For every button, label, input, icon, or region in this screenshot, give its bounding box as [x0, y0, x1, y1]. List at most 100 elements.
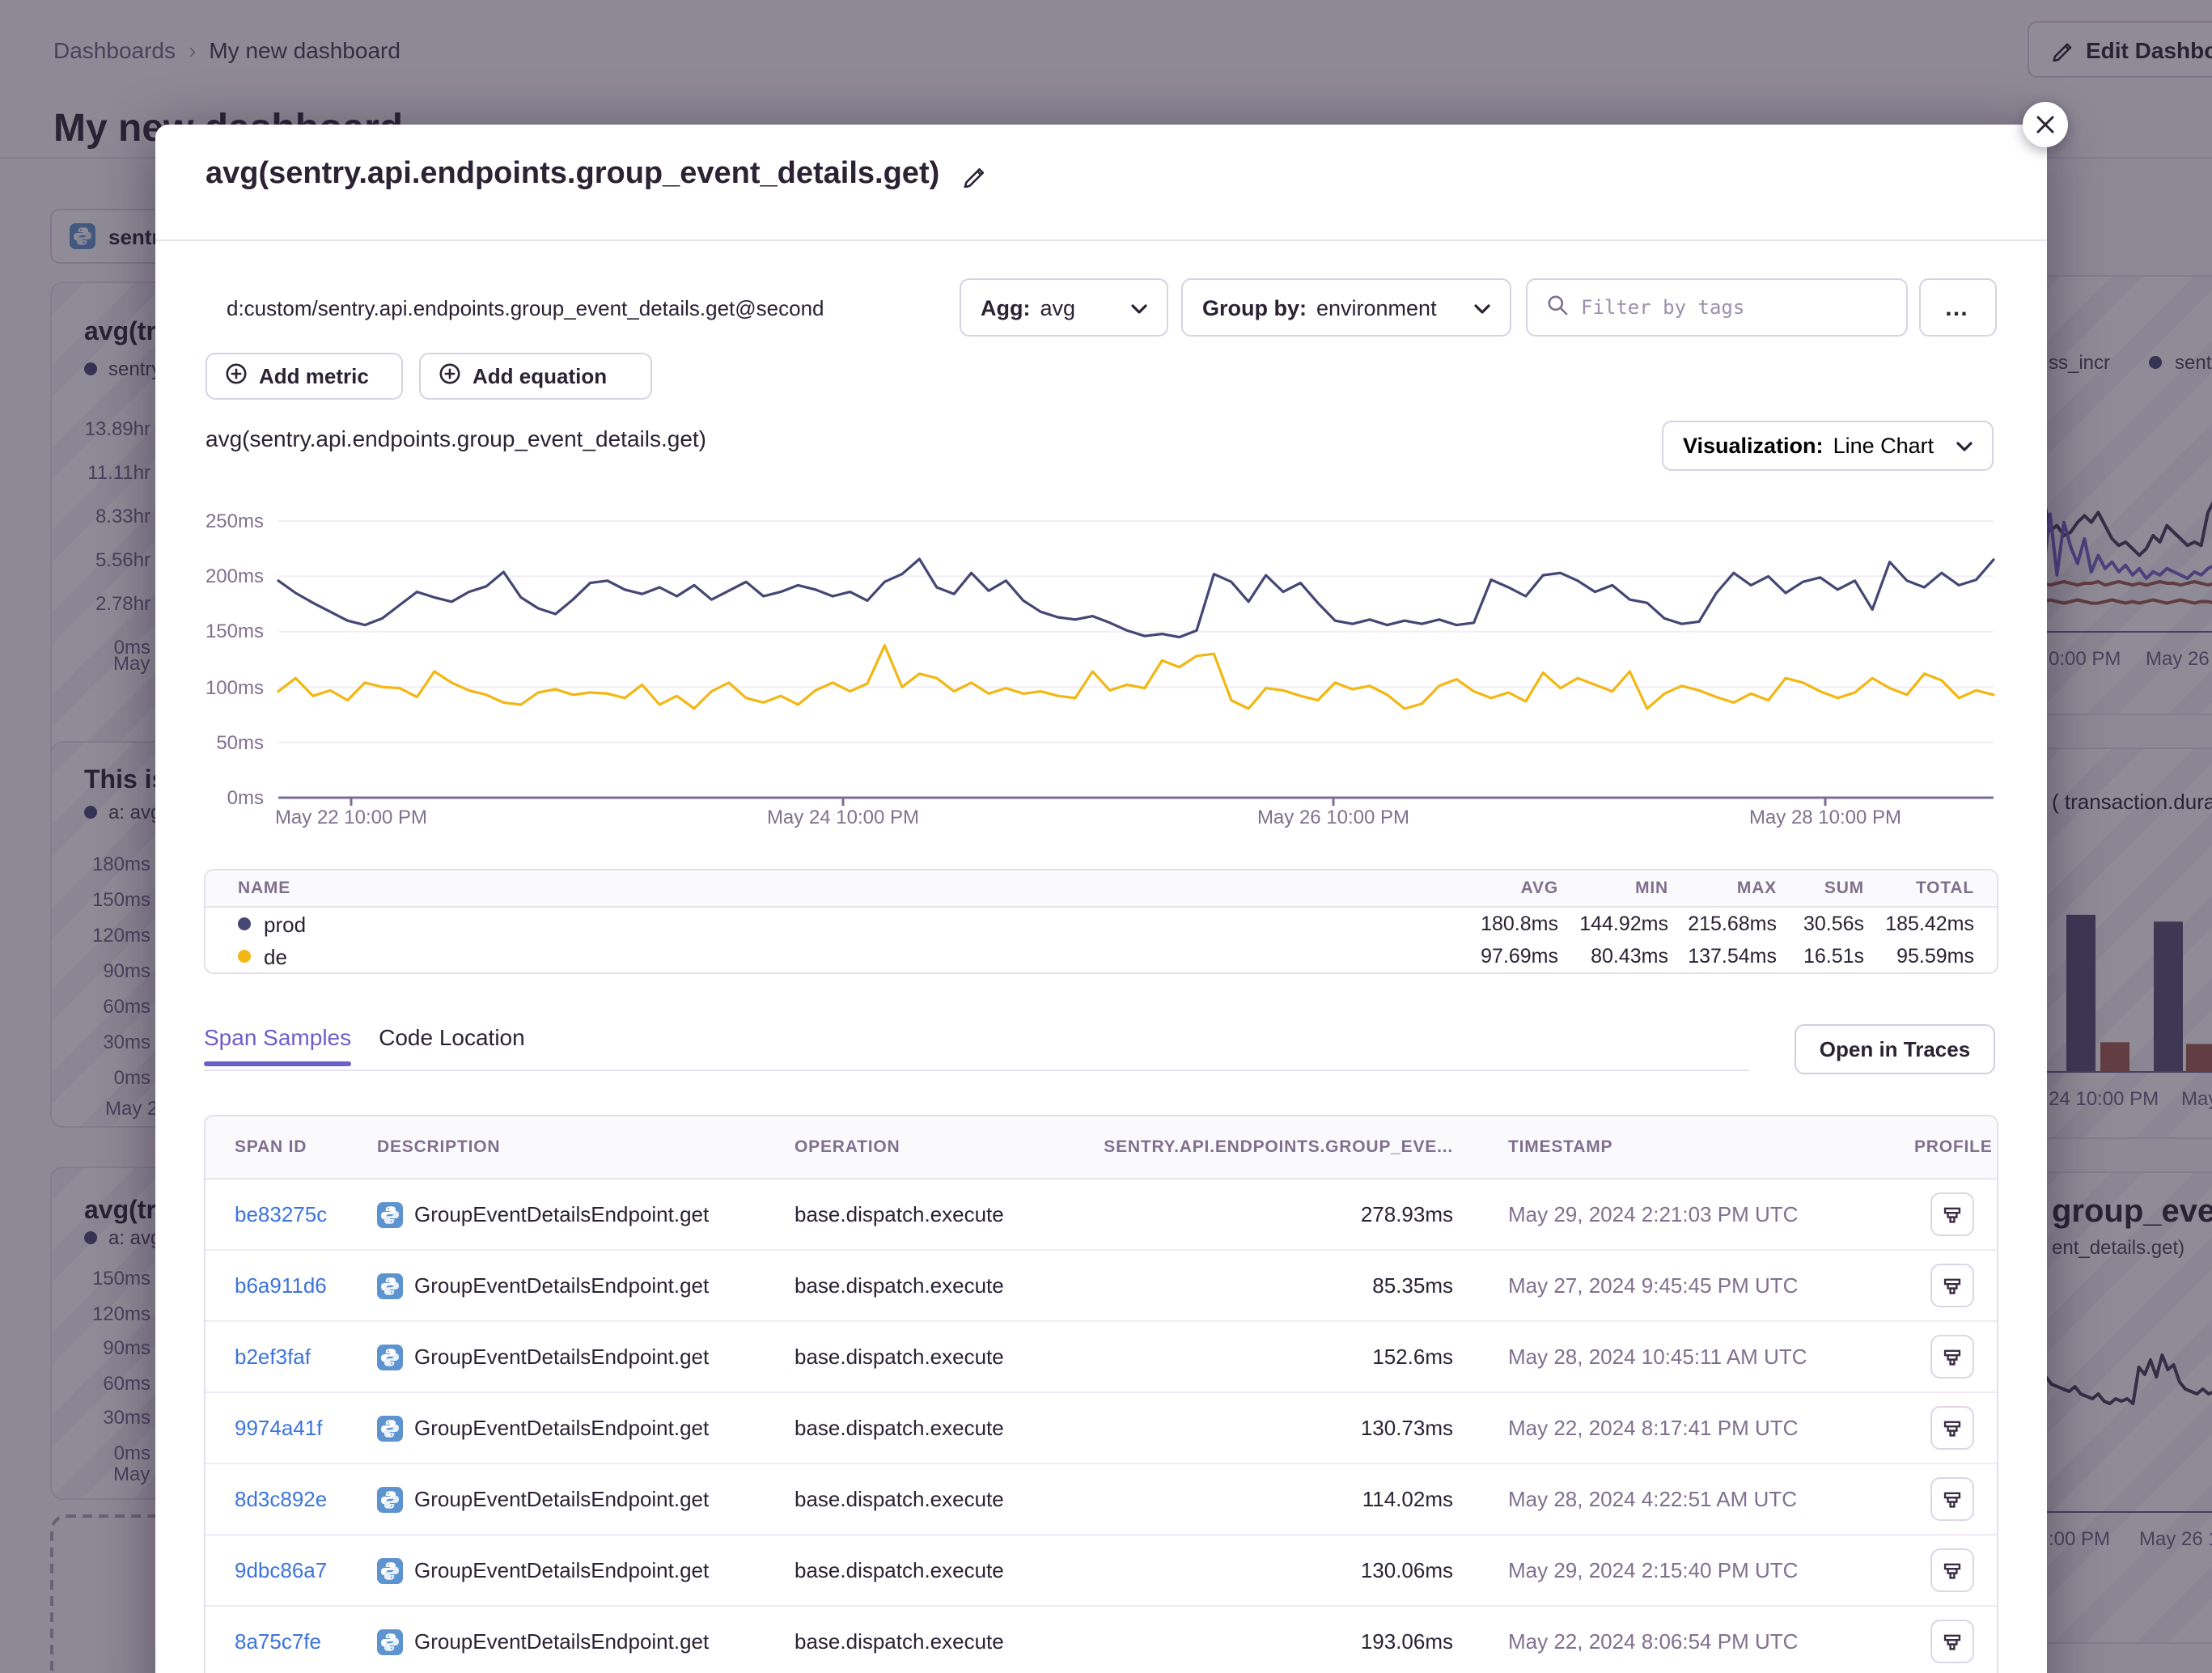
metric-query-input[interactable]	[206, 278, 947, 337]
span-id-link[interactable]: be83275c	[235, 1202, 377, 1226]
divider	[155, 239, 2047, 241]
add-metric-button[interactable]: Add metric	[206, 353, 403, 400]
aggregation-value: avg	[1040, 295, 1076, 320]
profile-button[interactable]	[1930, 1620, 1974, 1663]
column-header-min: MIN	[1558, 879, 1668, 898]
series-color-dot	[238, 917, 251, 930]
group-by-dropdown[interactable]: Group by: environment	[1181, 278, 1511, 337]
tab-span-samples[interactable]: Span Samples	[204, 1024, 351, 1066]
edit-title-button[interactable]	[960, 163, 985, 187]
python-icon	[377, 1201, 403, 1227]
span-operation: base.dispatch.execute	[795, 1558, 1070, 1582]
column-header-max: MAX	[1668, 879, 1777, 898]
span-samples-table: SPAN ID DESCRIPTION OPERATION SENTRY.API…	[204, 1115, 1998, 1673]
metric-details-modal: avg(sentry.api.endpoints.group_event_det…	[155, 125, 2047, 1673]
span-id-link[interactable]: 8a75c7fe	[235, 1629, 377, 1654]
span-description: GroupEventDetailsEndpoint.get	[414, 1273, 709, 1298]
profile-button[interactable]	[1930, 1477, 1974, 1521]
open-in-traces-button[interactable]: Open in Traces	[1795, 1024, 1995, 1074]
span-description: GroupEventDetailsEndpoint.get	[414, 1202, 709, 1226]
series-summary-table: NAME AVG MIN MAX SUM TOTAL prod 180.8ms …	[204, 869, 1998, 974]
series-sum: 16.51s	[1777, 945, 1864, 968]
group-by-label: Group by:	[1202, 295, 1307, 320]
span-operation: base.dispatch.execute	[795, 1416, 1070, 1440]
add-equation-button[interactable]: Add equation	[419, 353, 652, 400]
tag-filter-box	[1526, 278, 1908, 337]
series-name: prod	[264, 912, 306, 936]
span-operation: base.dispatch.execute	[795, 1202, 1070, 1226]
column-header-sum: SUM	[1777, 879, 1864, 898]
python-icon	[377, 1415, 403, 1441]
series-total: 185.42ms	[1864, 913, 1974, 935]
profile-button[interactable]	[1930, 1406, 1974, 1450]
profile-button[interactable]	[1930, 1335, 1974, 1379]
plus-circle-icon	[439, 362, 461, 390]
span-description: GroupEventDetailsEndpoint.get	[414, 1629, 709, 1654]
add-metric-label: Add metric	[259, 364, 369, 388]
span-id-link[interactable]: b6a911d6	[235, 1273, 377, 1298]
span-description: GroupEventDetailsEndpoint.get	[414, 1558, 709, 1582]
column-header-total: TOTAL	[1864, 879, 1974, 898]
python-icon	[377, 1273, 403, 1298]
plus-circle-icon	[225, 362, 248, 390]
close-modal-button[interactable]	[2023, 102, 2068, 147]
series-avg: 180.8ms	[1445, 913, 1558, 935]
chevron-down-icon	[1474, 295, 1490, 320]
profile-button[interactable]	[1930, 1548, 1974, 1592]
series-name: de	[264, 944, 287, 968]
chevron-down-icon	[1956, 434, 1973, 458]
span-id-link[interactable]: 9dbc86a7	[235, 1558, 377, 1582]
span-sample-row: b2ef3faf GroupEventDetailsEndpoint.get b…	[206, 1320, 1997, 1391]
series-total: 95.59ms	[1864, 945, 1974, 968]
column-header-span-id: SPAN ID	[235, 1137, 377, 1157]
tab-label: Code Location	[379, 1024, 525, 1050]
tag-filter-input[interactable]	[1578, 294, 1887, 320]
profile-button[interactable]	[1930, 1264, 1974, 1307]
span-operation: base.dispatch.execute	[795, 1487, 1070, 1511]
span-timestamp: May 29, 2024 2:21:03 PM UTC	[1508, 1202, 1914, 1226]
x-axis-tick-label: May 22 10:00 PM	[238, 806, 464, 828]
chevron-down-icon	[1131, 295, 1147, 320]
span-description: GroupEventDetailsEndpoint.get	[414, 1345, 709, 1369]
column-header-metric-value: SENTRY.API.ENDPOINTS.GROUP_EVE...	[1070, 1137, 1453, 1157]
series-max: 215.68ms	[1668, 913, 1777, 935]
aggregation-dropdown[interactable]: Agg: avg	[960, 278, 1168, 337]
column-header-timestamp: TIMESTAMP	[1508, 1137, 1914, 1157]
group-by-value: environment	[1316, 295, 1437, 320]
summary-table-row[interactable]: de 97.69ms 80.43ms 137.54ms 16.51s 95.59…	[206, 940, 1997, 972]
span-id-link[interactable]: b2ef3faf	[235, 1345, 377, 1369]
profiling-icon	[1942, 1274, 1963, 1297]
series-avg: 97.69ms	[1445, 945, 1558, 968]
tab-code-location[interactable]: Code Location	[379, 1024, 525, 1066]
span-timestamp: May 22, 2024 8:06:54 PM UTC	[1508, 1629, 1914, 1654]
series-min: 144.92ms	[1558, 913, 1668, 935]
span-sample-row: be83275c GroupEventDetailsEndpoint.get b…	[206, 1180, 1997, 1249]
aggregation-label: Agg:	[981, 295, 1031, 320]
span-id-link[interactable]: 8d3c892e	[235, 1487, 377, 1511]
app-root: Dashboards › My new dashboard My new das…	[0, 0, 2212, 1673]
span-sample-row: b6a911d6 GroupEventDetailsEndpoint.get b…	[206, 1249, 1997, 1320]
add-equation-label: Add equation	[472, 364, 607, 388]
profiling-icon	[1942, 1345, 1963, 1368]
span-id-link[interactable]: 9974a41f	[235, 1416, 377, 1440]
span-metric-value: 130.06ms	[1070, 1558, 1453, 1582]
series-sum: 30.56s	[1777, 913, 1864, 935]
series-max: 137.54ms	[1668, 945, 1777, 968]
span-metric-value: 130.73ms	[1070, 1416, 1453, 1440]
profile-button[interactable]	[1930, 1192, 1974, 1236]
span-timestamp: May 27, 2024 9:45:45 PM UTC	[1508, 1273, 1914, 1298]
profiling-icon	[1942, 1630, 1963, 1653]
profiling-icon	[1942, 1559, 1963, 1582]
span-sample-row: 9dbc86a7 GroupEventDetailsEndpoint.get b…	[206, 1534, 1997, 1605]
series-min: 80.43ms	[1558, 945, 1668, 968]
column-header-profile: PROFILE	[1914, 1137, 1993, 1157]
line-chart[interactable]	[204, 510, 2000, 833]
overflow-menu-button[interactable]: …	[1919, 278, 1997, 337]
profiling-icon	[1942, 1203, 1963, 1226]
span-description: GroupEventDetailsEndpoint.get	[414, 1487, 709, 1511]
column-header-description: DESCRIPTION	[377, 1137, 795, 1157]
summary-table-row[interactable]: prod 180.8ms 144.92ms 215.68ms 30.56s 18…	[206, 908, 1997, 940]
chart-title: avg(sentry.api.endpoints.group_event_det…	[206, 426, 706, 451]
profiling-icon	[1942, 1417, 1963, 1439]
visualization-dropdown[interactable]: Visualization: Line Chart	[1662, 421, 1994, 471]
